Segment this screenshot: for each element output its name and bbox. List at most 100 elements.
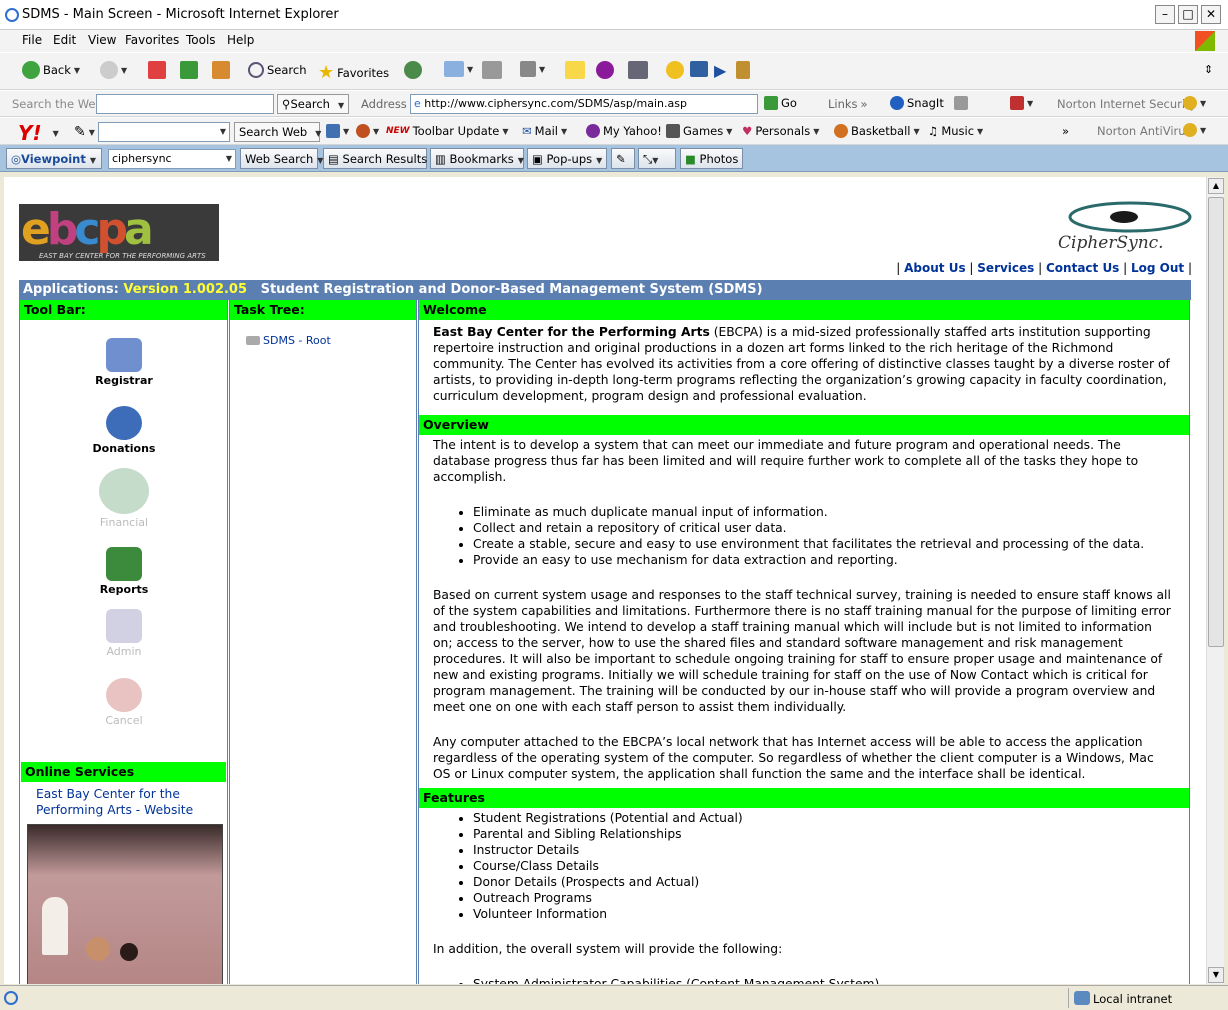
list-item: Provide an easy to use mechanism for dat… [473, 552, 1189, 568]
menu-favorites[interactable]: Favorites [125, 33, 179, 47]
bookmarks-button[interactable]: ▥ Bookmarks ▼ [430, 148, 524, 169]
features-heading: Features [419, 788, 1189, 808]
monitor-button[interactable] [690, 61, 708, 77]
resize-button[interactable]: ⤡▼ [638, 148, 676, 169]
notes-button[interactable] [565, 61, 585, 79]
donations-tool[interactable]: Donations [74, 406, 174, 455]
viewpoint-button[interactable]: ◎Viewpoint ▼ [6, 148, 102, 169]
yahoo-mail-button[interactable]: ✉ Mail ▼ [522, 124, 567, 138]
my-yahoo-button[interactable]: My Yahoo! [586, 124, 662, 138]
reports-icon [106, 547, 142, 581]
antivirus-button[interactable]: ▼ [1183, 123, 1206, 137]
scroll-thumb[interactable] [1208, 197, 1224, 647]
overview-training: Based on current system usage and respon… [433, 588, 1171, 714]
music-button[interactable]: ♫ Music ▼ [928, 124, 983, 138]
capture-icon [954, 96, 968, 110]
search-button[interactable]: Search [248, 62, 307, 78]
pencil-button[interactable]: ✎ ▼ [74, 124, 95, 140]
application-bar: Applications: Version 1.002.05 Student R… [19, 280, 1191, 300]
menu-file[interactable]: File [22, 33, 42, 47]
ciphersync-logo[interactable]: CipherSync. [1052, 195, 1192, 257]
forward-button[interactable]: ▼ [100, 61, 127, 79]
reports-tool[interactable]: Reports [74, 547, 174, 596]
links-button[interactable]: Links» [828, 97, 868, 111]
minimize-button[interactable]: – [1155, 5, 1175, 24]
snagit-button[interactable]: SnagIt [890, 96, 944, 110]
address-field[interactable]: e http://www.ciphersync.com/SDMS/asp/mai… [410, 94, 758, 114]
capture-button[interactable] [954, 96, 968, 110]
list-item: Create a stable, secure and easy to use … [473, 536, 1189, 552]
home-button[interactable] [212, 61, 230, 79]
games-button[interactable]: Games ▼ [666, 124, 732, 138]
tree-root-item[interactable]: SDMS - Root [230, 320, 416, 347]
snagit-icon [890, 96, 904, 110]
ebcpa-website-link[interactable]: East Bay Center for the Performing Arts … [21, 782, 201, 818]
layout-button[interactable]: ▼ [326, 124, 349, 138]
list-item: Instructor Details [473, 842, 1189, 858]
yahoo-logo[interactable]: Y! ▼ [18, 121, 59, 145]
services-link[interactable]: Services [977, 261, 1034, 275]
contact-us-link[interactable]: Contact Us [1046, 261, 1119, 275]
globe-icon [1183, 96, 1197, 110]
web-search-button[interactable]: Web Search ▼ [240, 148, 323, 169]
search-go-button[interactable]: ⚲Search ▼ [277, 94, 349, 114]
overview-intro: The intent is to develop a system that c… [433, 438, 1139, 484]
photos-button[interactable]: ■ Photos [680, 148, 743, 169]
menu-edit[interactable]: Edit [53, 33, 76, 47]
overview-access: Any computer attached to the EBCPA’s loc… [433, 735, 1154, 781]
messenger-button[interactable] [596, 61, 614, 79]
vertical-scrollbar[interactable]: ▲ ▼ [1206, 177, 1224, 984]
toolbar-chevron[interactable]: ⇕ [1204, 63, 1213, 76]
smiley-button[interactable] [666, 61, 684, 79]
ebcpa-logo[interactable]: ebcpa EAST BAY CENTER FOR THE PERFORMING… [19, 204, 219, 261]
heart-icon: ♥ [742, 124, 753, 138]
music-icon: ♫ [928, 124, 939, 138]
task-tree-panel: Task Tree: SDMS - Root [229, 300, 417, 984]
forward-arrow-icon [100, 61, 118, 79]
highlight-button[interactable]: ✎ [611, 148, 635, 169]
yahoo-search-input[interactable]: ▼ [98, 122, 230, 142]
menu-help[interactable]: Help [227, 33, 254, 47]
search-web-button[interactable]: Search Web ▼ [234, 122, 321, 142]
basketball-button[interactable]: Basketball ▼ [834, 124, 920, 138]
address-label: Address [361, 97, 407, 111]
norton-globe-button[interactable]: ▼ [1183, 96, 1206, 110]
web-search-input[interactable] [96, 94, 274, 114]
registrar-tool[interactable]: Registrar [74, 338, 174, 387]
status-bar: Local intranet [0, 985, 1228, 1010]
scroll-down-arrow[interactable]: ▼ [1208, 967, 1224, 983]
performer-figure [42, 897, 68, 955]
research-button[interactable] [628, 61, 648, 79]
about-us-link[interactable]: About Us [904, 261, 965, 275]
print-button[interactable] [482, 61, 502, 79]
refresh-button[interactable] [180, 61, 198, 79]
stop-button[interactable] [148, 61, 166, 79]
personals-button[interactable]: ♥ Personals ▼ [742, 124, 819, 138]
back-button[interactable]: Back ▼ [22, 61, 80, 79]
yahoo-more-button[interactable]: » [1062, 124, 1069, 138]
bookmark-button[interactable] [736, 61, 750, 79]
pencil-icon: ✎ [74, 124, 86, 140]
viewpoint-search-input[interactable]: ciphersync ▼ [108, 149, 236, 169]
mail-button[interactable]: ▼ [444, 61, 473, 77]
popups-button[interactable]: ▣ Pop-ups ▼ [527, 148, 607, 169]
log-out-link[interactable]: Log Out [1131, 261, 1184, 275]
edit-button[interactable]: ▼ [520, 61, 545, 77]
close-button[interactable]: ✕ [1201, 5, 1221, 24]
toolbar-update-button[interactable]: NEW Toolbar Update ▼ [386, 124, 508, 138]
menu-tools[interactable]: Tools [186, 33, 216, 47]
search-results-button[interactable]: ▤ Search Results [323, 148, 427, 169]
favorites-button[interactable]: ★ Favorites [318, 62, 389, 83]
history-button[interactable] [404, 61, 422, 79]
scroll-up-arrow[interactable]: ▲ [1208, 178, 1224, 194]
go-button[interactable]: Go [764, 96, 797, 110]
norton-security-options[interactable]: ▼ [1010, 96, 1033, 110]
list-item: Collect and retain a repository of criti… [473, 520, 1189, 536]
maximize-button[interactable]: □ [1178, 5, 1198, 24]
list-item: Eliminate as much duplicate manual input… [473, 504, 1189, 520]
menu-view[interactable]: View [88, 33, 116, 47]
highlighter-icon: ✎ [616, 152, 626, 166]
cursor-button[interactable]: ▶ [714, 61, 726, 80]
windows-flag-icon [1195, 31, 1215, 51]
block-button[interactable]: ▼ [356, 124, 379, 138]
